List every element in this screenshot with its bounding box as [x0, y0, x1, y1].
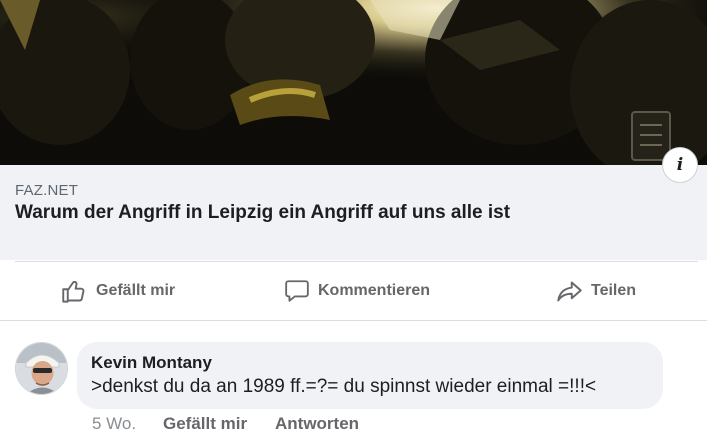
speech-bubble-icon [285, 280, 309, 302]
link-headline[interactable]: Warum der Angriff in Leipzig ein Angriff… [15, 202, 510, 224]
thumbs-up-icon [62, 280, 85, 303]
like-button[interactable]: Gefällt mir [61, 262, 175, 320]
comment-like-link[interactable]: Gefällt mir [163, 414, 247, 434]
info-icon: i [676, 155, 684, 175]
link-preview-image[interactable] [0, 0, 707, 165]
link-source: FAZ.NET [15, 182, 79, 199]
comment-button[interactable]: Kommentieren [284, 262, 430, 320]
share-label: Teilen [591, 282, 637, 299]
divider [0, 320, 707, 321]
like-label: Gefällt mir [96, 282, 176, 299]
avatar[interactable] [15, 342, 68, 395]
comment-reply-link[interactable]: Antworten [275, 414, 359, 434]
info-button[interactable]: i [662, 147, 698, 183]
share-arrow-icon [557, 281, 582, 301]
police-photo [0, 0, 707, 165]
comment-text: >denkst du da an 1989 ff.=?= du spinnst … [91, 376, 597, 397]
profile-photo [16, 343, 67, 394]
comment-label: Kommentieren [318, 282, 431, 299]
comment-bubble: Kevin Montany >denkst du da an 1989 ff.=… [77, 342, 663, 409]
comment-author[interactable]: Kevin Montany [91, 353, 212, 373]
action-bar: Gefällt mir Kommentieren Teilen [0, 262, 707, 320]
comment-timestamp[interactable]: 5 Wo. [92, 414, 136, 434]
link-preview-card[interactable]: FAZ.NET Warum der Angriff in Leipzig ein… [0, 147, 707, 260]
share-button[interactable]: Teilen [556, 262, 636, 320]
